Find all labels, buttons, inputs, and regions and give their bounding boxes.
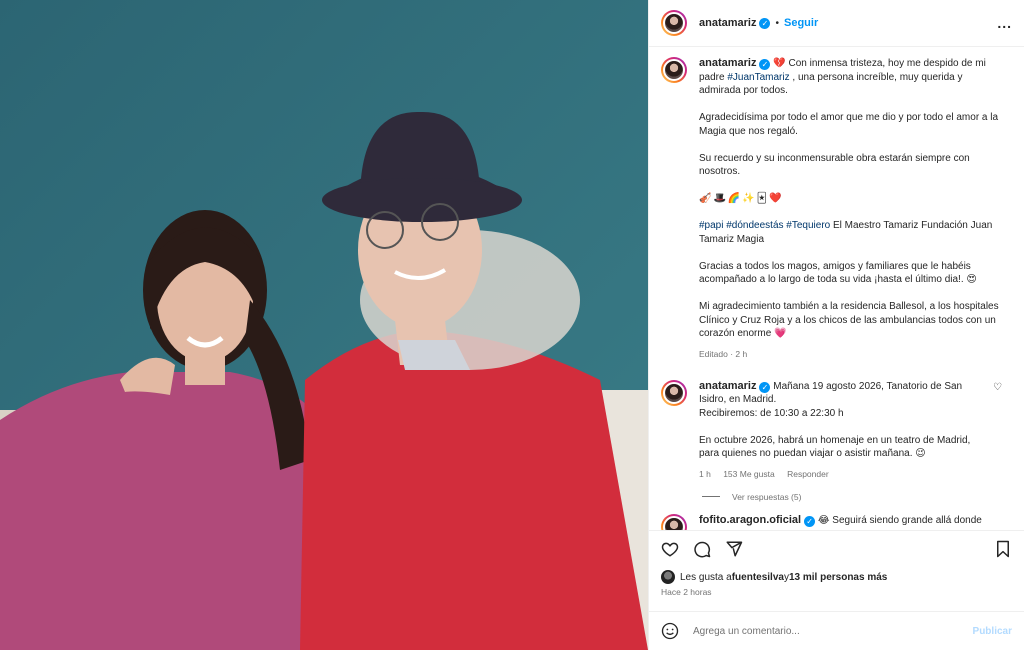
post-timestamp[interactable]: Hace 2 horas (649, 587, 1024, 603)
likes-summary[interactable]: Les gusta a fuentesilva y 13 mil persona… (649, 567, 1024, 587)
comments-list[interactable]: anatamariz ✓ 💔 Con inmensa tristeza, hoy … (649, 47, 1024, 530)
verified-badge-icon: ✓ (759, 381, 771, 393)
header-username[interactable]: anatamariz (699, 17, 756, 29)
follow-button[interactable]: Seguir (784, 17, 818, 29)
like-heart-icon[interactable] (661, 540, 679, 558)
verified-badge-icon: ✓ (759, 17, 771, 29)
post-side-panel: anatamariz ✓ • Seguir ... anatamariz ✓ 💔 … (648, 0, 1024, 650)
reply-button[interactable]: Responder (787, 469, 829, 479)
comment-composer: Publicar (649, 611, 1024, 650)
post-actions (649, 530, 1024, 567)
caption-edited: Editado · 2 h (699, 349, 748, 359)
share-paper-plane-icon[interactable] (725, 540, 743, 558)
separator-dot: • (775, 17, 779, 29)
caption-paragraph: Gracias a todos los magos, amigos y fami… (699, 260, 977, 286)
caption-paragraph: Su recuerdo y su inconmensurable obra es… (699, 152, 970, 178)
caption-emojis: 🎻🎩🌈✨🃏❤️ (699, 193, 784, 204)
post-photo (0, 0, 648, 650)
verified-badge-icon: ✓ (759, 59, 771, 70)
liker-username[interactable]: fuentesilva (732, 572, 784, 583)
caption: anatamariz ✓ 💔 Con inmensa tristeza, hoy … (661, 57, 1012, 362)
caption-paragraph: Mi agradecimiento también a la residenci… (699, 301, 999, 339)
comment-text: En octubre 2026, habrá un homenaje en un… (699, 434, 971, 460)
more-options-icon[interactable]: ... (997, 15, 1012, 31)
hashtag-link[interactable]: #JuanTamariz (727, 72, 789, 83)
likes-prefix: Les gusta a (680, 571, 732, 583)
caption-username[interactable]: anatamariz (699, 57, 756, 69)
avatar[interactable] (661, 57, 687, 83)
comment-bubble-icon[interactable] (693, 540, 711, 558)
emoji-picker-icon[interactable] (661, 622, 679, 640)
comment: fofito.aragon.oficial ✓ 😂 Seguirá siendo … (661, 513, 1012, 530)
avatar[interactable] (661, 513, 687, 530)
comment-text: 😂 Seguirá siendo grande allá donde (817, 514, 982, 526)
comment-meta: 1 h 153 Me gusta Responder (699, 468, 989, 482)
post-header: anatamariz ✓ • Seguir ... (649, 0, 1024, 47)
like-comment-heart-icon[interactable]: ♡ (993, 382, 1002, 393)
replies-line (702, 496, 720, 497)
comment-username[interactable]: fofito.aragon.oficial (699, 514, 801, 526)
view-replies-label: Ver respuestas (5) (732, 491, 802, 502)
verified-badge-icon: ✓ (804, 515, 816, 527)
comment: anatamariz ✓ Mañana 19 agosto 2026, Tanat… (661, 379, 1012, 482)
comment-input[interactable] (691, 624, 973, 638)
likes-count[interactable]: 13 mil personas más (789, 572, 887, 583)
comment-likes[interactable]: 153 Me gusta (723, 469, 775, 479)
comment-username[interactable]: anatamariz (699, 380, 756, 392)
view-replies-button[interactable]: Ver respuestas (5) (702, 492, 1012, 502)
save-bookmark-icon[interactable] (994, 540, 1012, 558)
photo-illustration (0, 0, 648, 650)
comment-time: 1 h (699, 469, 711, 479)
caption-paragraph: Agradecidísima por todo el amor que me d… (699, 112, 999, 137)
hashtag-links[interactable]: #papi #dóndeestás #Tequiero (699, 220, 830, 231)
avatar[interactable] (661, 10, 687, 36)
publish-button[interactable]: Publicar (973, 626, 1012, 637)
comment-text: Recibiremos: de 10:30 a 22:30 h (699, 407, 844, 419)
liker-avatar (661, 570, 675, 584)
avatar[interactable] (661, 379, 687, 406)
